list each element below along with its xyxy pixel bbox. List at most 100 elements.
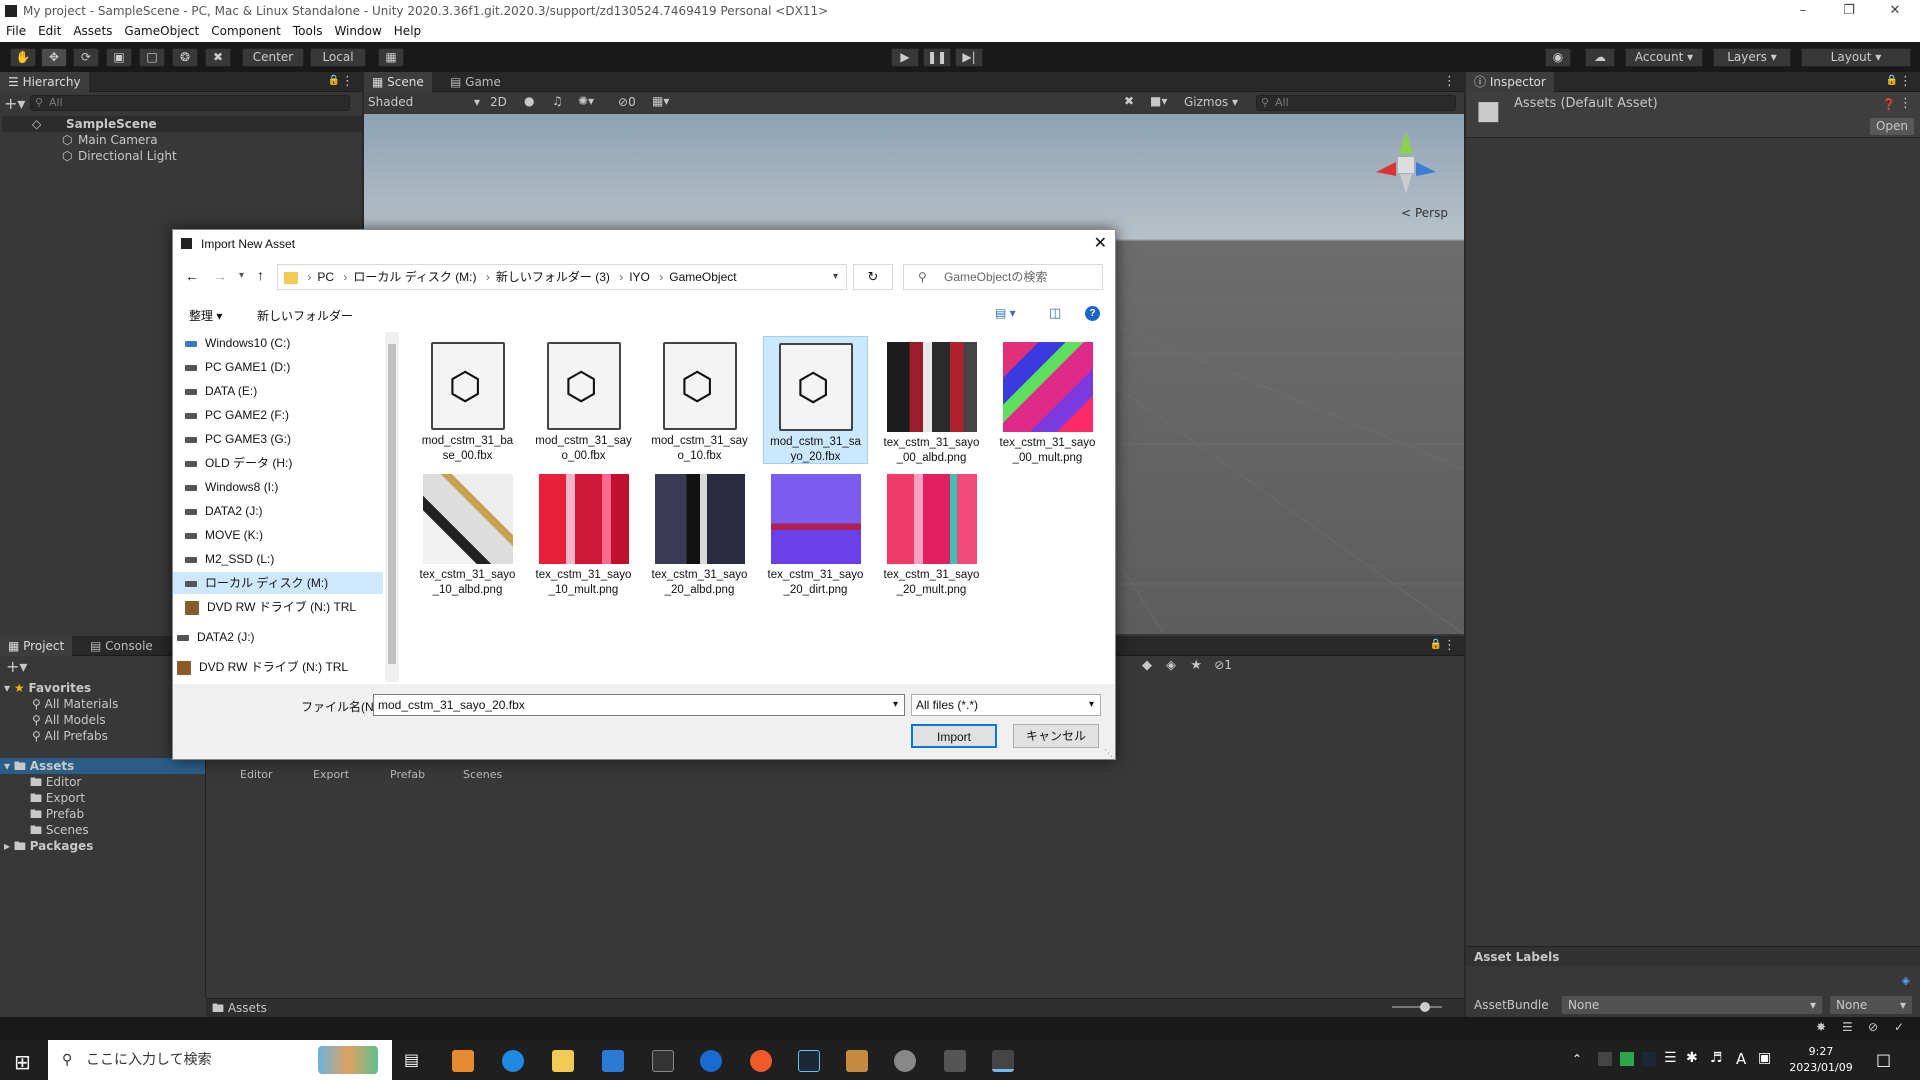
assetbundle-dropdown[interactable]: None ▾	[1562, 996, 1822, 1014]
ubisoft-icon[interactable]	[700, 1050, 722, 1072]
nav-drive-c[interactable]: Windows10 (C:)	[185, 332, 290, 354]
breadcrumb-drive[interactable]: ローカル ディスク (M:)	[353, 265, 476, 289]
menu-edit[interactable]: Edit	[32, 22, 67, 40]
chevron-down-icon[interactable]: ▾	[893, 695, 898, 715]
hierarchy-search-input[interactable]: ⚲ All	[30, 95, 350, 111]
tray-expand-icon[interactable]: ⌃	[1572, 1052, 1582, 1066]
dialog-close-button[interactable]: ✕	[1094, 233, 1107, 253]
move-tool-icon[interactable]: ✥	[41, 48, 67, 67]
app-gear-icon[interactable]	[894, 1050, 916, 1072]
grid-toggle-icon[interactable]: ▦▾	[652, 94, 669, 108]
orientation-gizmo[interactable]	[1366, 124, 1446, 204]
mail-icon[interactable]	[602, 1050, 624, 1072]
file-item[interactable]: tex_cstm_31_sayo_20_mult.png	[879, 468, 984, 596]
taskbar-search-input[interactable]: ⚲ ここに入力して検索	[48, 1040, 392, 1080]
packages-folder[interactable]: ▸ 🖿 Packages	[0, 838, 205, 854]
file-item[interactable]: tex_cstm_31_sayo_00_mult.png	[995, 336, 1100, 464]
menu-file[interactable]: File	[0, 22, 32, 40]
menu-component[interactable]: Component	[205, 22, 287, 40]
pivot-local-button[interactable]: Local	[310, 48, 366, 67]
folder-prefab[interactable]: 🖿 Prefab	[0, 806, 205, 822]
camera-settings-icon[interactable]: ■▾	[1150, 94, 1167, 108]
address-dropdown-icon[interactable]: ▾	[833, 265, 838, 289]
back-icon[interactable]: ←	[185, 268, 199, 284]
file-explorer-icon[interactable]	[552, 1050, 574, 1072]
lock-icon[interactable]: 🔒	[1886, 75, 1898, 86]
auto-generate-icon[interactable]: ⊘	[1868, 1020, 1878, 1034]
grid-snap-icon[interactable]: ▦	[378, 48, 404, 67]
nav-drive-l[interactable]: M2_SSD (L:)	[185, 548, 274, 570]
nav-network-drive-n[interactable]: DVD RW ドライブ (N:) TRL	[177, 656, 348, 678]
toggle-2d-button[interactable]: 2D	[490, 95, 507, 109]
hidden-objects-toggle[interactable]: ⊘0	[618, 95, 636, 109]
file-item[interactable]: tex_cstm_31_sayo_10_albd.png	[415, 468, 520, 596]
organize-button[interactable]: 整理 ▾	[189, 307, 222, 324]
file-item[interactable]: tex_cstm_31_sayo_20_dirt.png	[763, 468, 868, 596]
transform-tool-icon[interactable]: ❂	[172, 48, 198, 67]
pause-button[interactable]: ❚❚	[923, 48, 951, 67]
tray-app-icon[interactable]	[1620, 1052, 1634, 1066]
windows-start-icon[interactable]: ⊞	[14, 1050, 31, 1074]
nav-drive-g[interactable]: PC GAME3 (G:)	[185, 428, 291, 450]
nav-drive-j[interactable]: DATA2 (J:)	[185, 500, 263, 522]
grid-item-export[interactable]: Export	[313, 768, 349, 781]
nav-drive-n[interactable]: DVD RW ドライブ (N:) TRL	[185, 596, 356, 618]
folder-export[interactable]: 🖿 Export	[0, 790, 205, 806]
nav-drive-f[interactable]: PC GAME2 (F:)	[185, 404, 289, 426]
hierarchy-item-main-camera[interactable]: ⬡ Main Camera	[2, 132, 362, 148]
more-menu-icon[interactable]: ⋮	[341, 74, 354, 89]
rect-tool-icon[interactable]: □	[139, 48, 165, 67]
grid-item-prefab[interactable]: Prefab	[390, 768, 425, 781]
open-button[interactable]: Open	[1869, 118, 1914, 135]
steam-icon[interactable]	[798, 1050, 820, 1072]
gizmos-dropdown[interactable]: Gizmos ▾	[1184, 95, 1248, 109]
close-window-button[interactable]: ✕	[1872, 0, 1918, 22]
nav-drive-h[interactable]: OLD データ (H:)	[185, 452, 292, 474]
scene-search-input[interactable]: ⚲ All	[1256, 95, 1456, 111]
rotate-tool-icon[interactable]: ⟳	[73, 48, 99, 67]
help-icon[interactable]: ?	[1085, 306, 1100, 321]
breadcrumb-iyo[interactable]: IYO	[629, 265, 650, 289]
edge-browser-icon[interactable]	[502, 1050, 524, 1072]
lock-icon[interactable]: 🔒	[1430, 639, 1442, 650]
tray-steam-icon[interactable]	[1642, 1052, 1656, 1066]
tab-game[interactable]: ▤ Game	[442, 72, 509, 92]
menu-tools[interactable]: Tools	[287, 22, 329, 40]
debug-icon[interactable]: ✸	[1816, 1020, 1826, 1034]
tab-hierarchy[interactable]: ☰ Hierarchy	[0, 72, 89, 92]
filename-input[interactable]: mod_cstm_31_sayo_20.fbx ▾	[373, 694, 905, 716]
task-view-icon[interactable]: ▤	[404, 1050, 426, 1072]
step-button[interactable]: ▶|	[955, 48, 983, 67]
import-button[interactable]: Import	[911, 724, 997, 748]
breadcrumb-gameobject[interactable]: GameObject	[669, 265, 736, 289]
lock-icon[interactable]: 🔒	[328, 75, 340, 86]
origin-icon[interactable]	[750, 1050, 772, 1072]
more-menu-icon[interactable]: ⋮	[1443, 74, 1456, 89]
nav-drive-m[interactable]: ローカル ディスク (M:)	[173, 572, 383, 594]
zoom-slider-handle[interactable]	[1420, 1002, 1430, 1012]
file-type-select[interactable]: All files (*.*) ▾	[911, 694, 1101, 716]
ime-indicator[interactable]: A	[1736, 1050, 1746, 1068]
favorite-icon[interactable]: ★	[1190, 658, 1202, 673]
file-item-selected[interactable]: ⬡ mod_cstm_31_sayo_20.fbx	[763, 336, 868, 464]
settings-menu-icon[interactable]: ⋮	[1899, 96, 1912, 111]
resize-grip-icon[interactable]: ⋱	[1104, 748, 1113, 759]
file-item[interactable]: tex_cstm_31_sayo_10_mult.png	[531, 468, 636, 596]
add-object-button[interactable]: +▾	[4, 94, 30, 113]
tab-console[interactable]: ▤ Console	[82, 636, 161, 656]
layers-dropdown[interactable]: Layers ▾	[1713, 48, 1791, 67]
tools-icon[interactable]: ✖	[1124, 94, 1134, 108]
perspective-label[interactable]: < Persp	[1401, 206, 1448, 220]
audio-toggle-icon[interactable]: ♫	[552, 94, 563, 108]
menu-window[interactable]: Window	[328, 22, 387, 40]
help-icon[interactable]: ❓	[1882, 98, 1896, 111]
cache-server-icon[interactable]: ☰	[1842, 1020, 1853, 1034]
nav-drive-d[interactable]: PC GAME1 (D:)	[185, 356, 290, 378]
epic-games-icon[interactable]	[652, 1050, 674, 1072]
network-icon[interactable]: ☰	[1664, 1050, 1677, 1066]
search-by-type-icon[interactable]: ◆	[1142, 658, 1152, 673]
folder-scenes[interactable]: 🖿 Scenes	[0, 822, 205, 838]
nav-drive-k[interactable]: MOVE (K:)	[185, 524, 263, 546]
effects-toggle-icon[interactable]: ✺▾	[578, 94, 594, 108]
bluetooth-icon[interactable]: ✱	[1686, 1050, 1698, 1066]
